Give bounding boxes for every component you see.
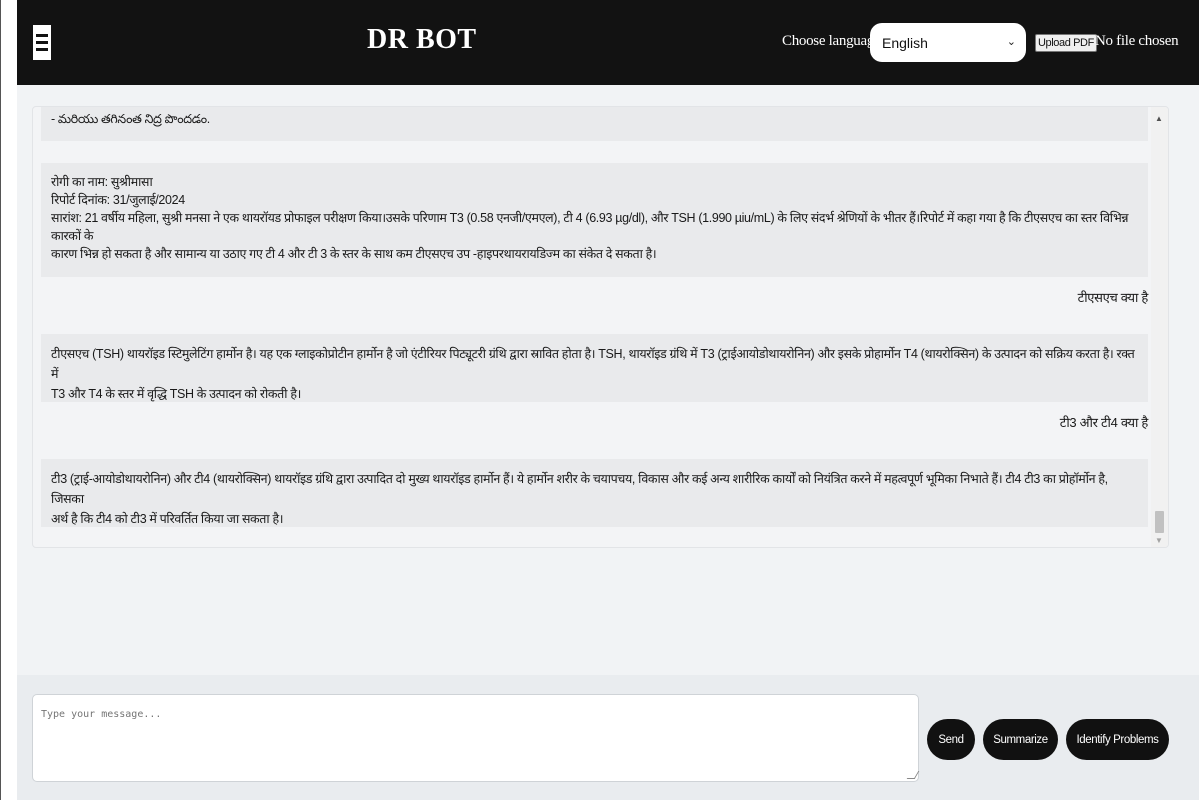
bot-message: टीएसएच (TSH) थायरॉइड स्टिमुलेटिंग हार्मो… bbox=[41, 334, 1148, 402]
chevron-down-icon: ⌄ bbox=[1006, 36, 1016, 48]
menu-bar-2 bbox=[36, 41, 48, 44]
bot-message: - మరియు తగినంత నిద్ర పొందడం. bbox=[41, 107, 1148, 141]
message-line: टी3 (ट्राई-आयोडोथायरोनिन) और टी4 (थायरोक… bbox=[51, 472, 1108, 506]
bot-message: टी3 (ट्राई-आयोडोथायरोनिन) और टी4 (थायरोक… bbox=[41, 459, 1148, 527]
language-select[interactable]: English ⌄ bbox=[870, 23, 1026, 62]
message-line: रोगी का नाम: सुश्रीमासा bbox=[51, 175, 153, 189]
message-line: टीएसएच (TSH) थायरॉइड स्टिमुलेटिंग हार्मो… bbox=[51, 347, 1135, 381]
summarize-button[interactable]: Summarize bbox=[983, 719, 1058, 760]
message-input[interactable] bbox=[32, 694, 919, 782]
app-title: DR BOT bbox=[367, 24, 477, 55]
chat-history[interactable]: - మరియు తగినంత నిద్ర పొందడం. रोगी का नाम… bbox=[32, 106, 1169, 548]
message-line: T3 और T4 के स्तर में वृद्धि TSH के उत्पा… bbox=[51, 387, 301, 401]
hamburger-menu-icon[interactable] bbox=[33, 25, 51, 60]
user-message: टी3 और टी4 क्या है bbox=[1059, 415, 1149, 430]
message-line: सारांश: 21 वर्षीय महिला, सुश्री मनसा ने … bbox=[51, 211, 1129, 243]
menu-bar-3 bbox=[36, 48, 48, 51]
language-selected-value: English bbox=[882, 34, 928, 51]
file-status-text: No file chosen bbox=[1095, 33, 1179, 49]
menu-bar-1 bbox=[36, 34, 48, 37]
chat-scroll-content: - మరియు తగినంత నిద్ర పొందడం. रोगी का नाम… bbox=[41, 107, 1149, 547]
user-message: टीएसएच क्या है bbox=[1077, 290, 1149, 305]
triangle-up-icon[interactable]: ▲ bbox=[1155, 114, 1163, 123]
identify-problems-button[interactable]: Identify Problems bbox=[1066, 719, 1169, 760]
triangle-down-icon[interactable]: ▼ bbox=[1155, 536, 1163, 545]
send-button[interactable]: Send bbox=[927, 719, 975, 760]
chat-scrollbar[interactable]: ▲ ▼ bbox=[1151, 107, 1168, 547]
message-line: रिपोर्ट दिनांक: 31/जुलाई/2024 bbox=[51, 193, 185, 207]
left-border bbox=[0, 0, 1, 800]
message-line: कारण भिन्न हो सकता है और सामान्य या उठाए… bbox=[51, 247, 657, 261]
upload-pdf-button[interactable]: Upload PDF bbox=[1035, 34, 1097, 52]
language-label: Choose language bbox=[782, 33, 881, 49]
composer-bar: Send Summarize Identify Problems bbox=[17, 675, 1199, 800]
top-bar: DR BOT Choose language English ⌄ Upload … bbox=[17, 0, 1199, 85]
message-line: अर्थ है कि टी4 को टी3 में परिवर्तित किया… bbox=[51, 512, 284, 526]
scrollbar-thumb[interactable] bbox=[1155, 511, 1164, 533]
bot-message: रोगी का नाम: सुश्रीमासा रिपोर्ट दिनांक: … bbox=[41, 163, 1148, 277]
message-line: - మరియు తగినంత నిద్ర పొందడం. bbox=[51, 112, 210, 126]
